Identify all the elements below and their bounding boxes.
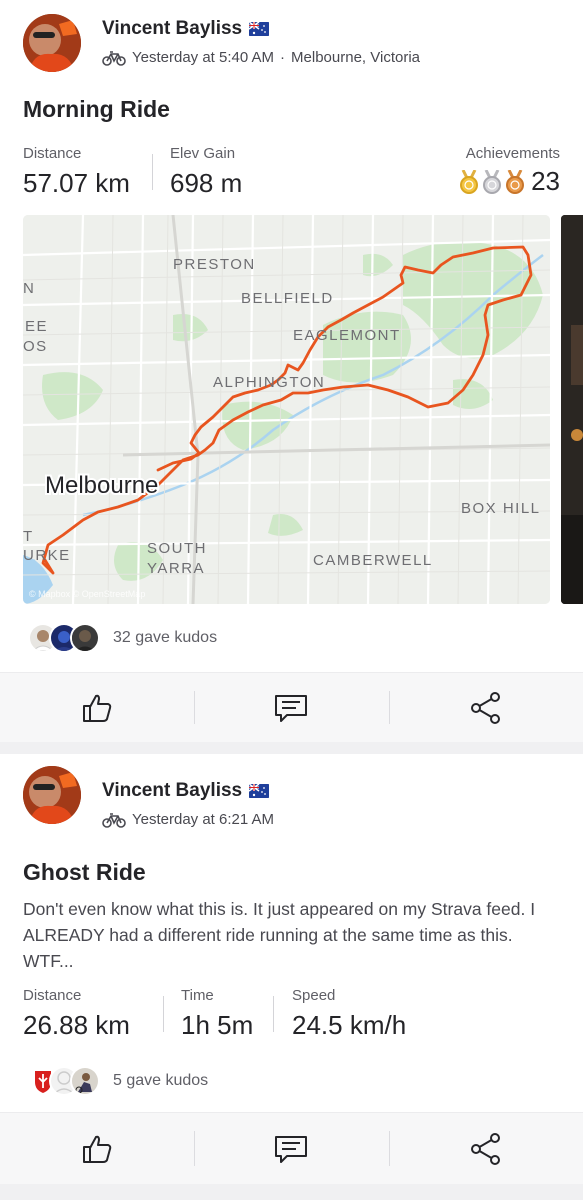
map-label-bellfield: BELLFIELD (241, 290, 334, 307)
thumbs-up-icon (83, 694, 112, 722)
map-label-urke: URKE (23, 547, 71, 564)
route-map-canvas: PRESTON BELLFIELD EAGLEMONT ALPHINGTON S… (23, 215, 550, 604)
stat-time: Time 1h 5m (181, 987, 253, 1041)
meta-separator: · (280, 49, 286, 66)
athlete-avatar-image (23, 766, 81, 824)
activity-time: Yesterday at 6:21 AM (132, 811, 275, 828)
map-label-box-hill: BOX HILL (461, 500, 541, 517)
stat-value: 57.07 km (23, 168, 130, 198)
stat-label: Elev Gain (170, 145, 236, 162)
australia-flag-icon (249, 22, 270, 36)
stat-divider (273, 996, 274, 1032)
route-map[interactable]: PRESTON BELLFIELD EAGLEMONT ALPHINGTON S… (23, 215, 550, 604)
share-button[interactable] (388, 673, 583, 742)
athlete-avatar[interactable] (23, 766, 81, 824)
activity-time: Yesterday at 5:40 AM (132, 49, 275, 66)
gold-medal-icon (460, 169, 479, 194)
comment-button[interactable] (194, 673, 388, 742)
kudos-avatar (70, 1066, 100, 1096)
map-label-melbourne: Melbourne (45, 472, 158, 499)
kudos-count[interactable]: 32 gave kudos (113, 629, 217, 647)
stat-value: 26.88 km (23, 1010, 130, 1040)
map-label-alphington: ALPHINGTON (213, 374, 325, 391)
bike-icon (102, 812, 126, 828)
give-kudos-button[interactable] (0, 673, 194, 742)
map-label-preston: PRESTON (173, 256, 256, 273)
kudos-row[interactable]: 32 gave kudos (28, 623, 217, 653)
athlete-avatar[interactable] (23, 14, 81, 72)
share-icon (470, 691, 500, 724)
share-button[interactable] (388, 1113, 583, 1184)
stat-speed: Speed 24.5 km/h (292, 987, 406, 1041)
kudos-avatar (70, 623, 100, 653)
comment-icon (275, 694, 308, 722)
map-label-camberwell: CAMBERWELL (313, 552, 433, 569)
stat-value: 698 m (170, 168, 243, 198)
stat-distance: Distance 26.88 km (23, 987, 130, 1041)
map-label-t: T (23, 528, 34, 545)
athlete-avatar-image (23, 14, 81, 72)
stat-achievements[interactable]: Achievements 23 (459, 145, 560, 197)
comment-button[interactable] (194, 1113, 388, 1184)
stat-divider (152, 154, 153, 190)
activity-card-ghost-ride[interactable]: Vincent Bayliss Yesterday at 6:21 AM Gho… (0, 754, 583, 1112)
bike-icon (102, 50, 126, 66)
thumbs-up-icon (83, 1135, 112, 1163)
activity-location: Melbourne, Victoria (291, 49, 421, 66)
map-attribution: © Mapbox © OpenStreetMap (29, 589, 145, 599)
silver-medal-icon (483, 169, 502, 194)
australia-flag-icon (249, 784, 270, 798)
give-kudos-button[interactable] (0, 1113, 194, 1184)
stat-value: 24.5 km/h (292, 1010, 407, 1040)
map-label-yarra: YARRA (147, 560, 205, 577)
action-bar (0, 672, 583, 742)
map-label-south: SOUTH (147, 540, 207, 557)
activity-card-morning-ride[interactable]: Vincent Bayliss Yesterday at 5:40 AM · M… (0, 0, 583, 742)
kudos-count[interactable]: 5 gave kudos (113, 1072, 208, 1090)
stat-divider (163, 996, 164, 1032)
stat-label: Achievements (465, 145, 560, 162)
achievements-count: 23 (531, 166, 560, 196)
activity-title[interactable]: Morning Ride (23, 96, 170, 123)
stat-value: 1h 5m (181, 1010, 254, 1040)
map-label-os: OS (23, 338, 48, 355)
stat-label: Distance (23, 987, 82, 1004)
stat-elev-gain: Elev Gain 698 m (170, 145, 242, 199)
stat-distance: Distance 57.07 km (23, 145, 130, 199)
action-bar (0, 1112, 583, 1184)
next-photo-preview[interactable] (561, 215, 583, 604)
stat-label: Speed (292, 987, 336, 1004)
map-label-eaglemont: EAGLEMONT (293, 327, 401, 344)
share-icon (470, 1132, 500, 1165)
activity-description: Don't even know what this is. It just ap… (23, 899, 536, 971)
map-label-ee: EE (25, 318, 48, 335)
stat-label: Distance (23, 145, 82, 162)
bronze-medal-icon (506, 169, 525, 194)
map-label-n: N (23, 280, 35, 297)
kudos-row[interactable]: 5 gave kudos (28, 1066, 208, 1096)
athlete-name[interactable]: Vincent Bayliss (102, 780, 242, 802)
stat-label: Time (181, 987, 214, 1004)
comment-icon (275, 1135, 308, 1163)
athlete-name[interactable]: Vincent Bayliss (102, 18, 242, 40)
activity-title[interactable]: Ghost Ride (23, 859, 146, 886)
